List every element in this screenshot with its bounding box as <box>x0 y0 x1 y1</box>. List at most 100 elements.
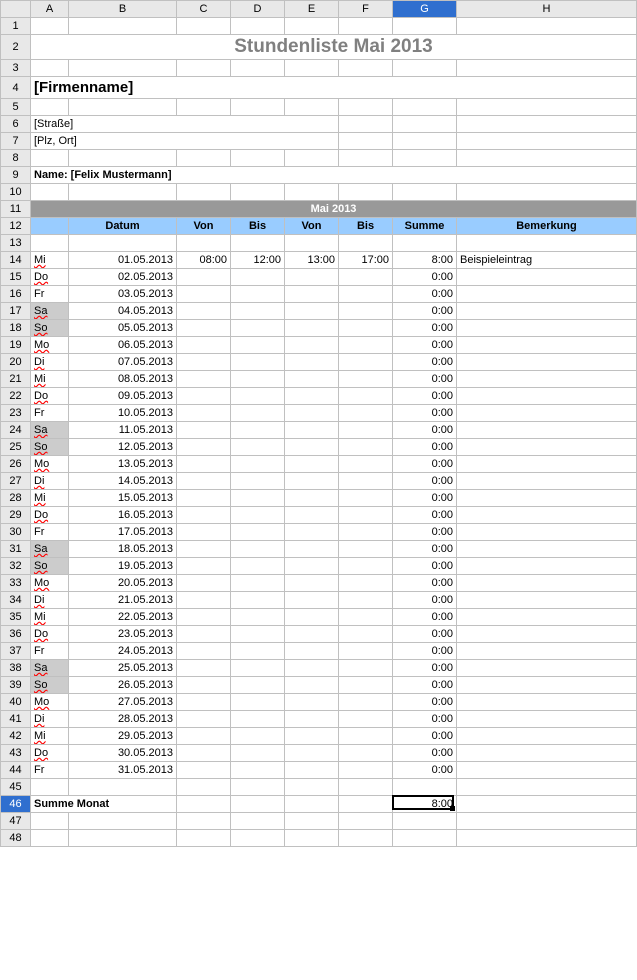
cell[interactable] <box>285 184 339 201</box>
weekday-cell[interactable]: So <box>31 558 69 575</box>
to2-cell[interactable] <box>339 711 393 728</box>
weekday-cell[interactable]: Fr <box>31 405 69 422</box>
date-cell[interactable]: 07.05.2013 <box>69 354 177 371</box>
row-header[interactable]: 30 <box>1 524 31 541</box>
cell[interactable] <box>177 18 231 35</box>
to2-cell[interactable] <box>339 439 393 456</box>
sum-cell[interactable]: 0:00 <box>393 354 457 371</box>
note-cell[interactable] <box>457 388 637 405</box>
cell[interactable] <box>393 235 457 252</box>
from2-cell[interactable] <box>285 388 339 405</box>
row-header[interactable]: 5 <box>1 99 31 116</box>
row-header[interactable]: 47 <box>1 813 31 830</box>
row-header[interactable]: 22 <box>1 388 31 405</box>
from2-cell[interactable] <box>285 592 339 609</box>
cell[interactable] <box>177 779 231 796</box>
to2-cell[interactable] <box>339 745 393 762</box>
cell[interactable] <box>285 779 339 796</box>
to1-cell[interactable] <box>231 609 285 626</box>
row-header[interactable]: 12 <box>1 218 31 235</box>
date-cell[interactable]: 26.05.2013 <box>69 677 177 694</box>
to2-cell[interactable] <box>339 694 393 711</box>
cell[interactable] <box>31 99 69 116</box>
weekday-cell[interactable]: Mi <box>31 490 69 507</box>
weekday-cell[interactable]: Mi <box>31 252 69 269</box>
to2-cell[interactable] <box>339 354 393 371</box>
from1-cell[interactable] <box>177 337 231 354</box>
cell[interactable] <box>393 99 457 116</box>
employee-name[interactable]: Name: [Felix Mustermann] <box>31 167 637 184</box>
row-header[interactable]: 1 <box>1 18 31 35</box>
sum-cell[interactable]: 0:00 <box>393 677 457 694</box>
from2-cell[interactable] <box>285 337 339 354</box>
cell[interactable] <box>69 99 177 116</box>
weekday-cell[interactable]: Mo <box>31 456 69 473</box>
note-cell[interactable] <box>457 524 637 541</box>
cell[interactable] <box>31 830 69 847</box>
hdr-datum[interactable]: Datum <box>69 218 177 235</box>
from1-cell[interactable] <box>177 524 231 541</box>
cell[interactable] <box>231 779 285 796</box>
from1-cell[interactable] <box>177 490 231 507</box>
cell[interactable] <box>393 184 457 201</box>
to1-cell[interactable] <box>231 405 285 422</box>
cell[interactable] <box>457 184 637 201</box>
cell[interactable] <box>339 184 393 201</box>
to1-cell[interactable] <box>231 626 285 643</box>
hdr-wd[interactable] <box>31 218 69 235</box>
sum-cell[interactable]: 0:00 <box>393 745 457 762</box>
row-header[interactable]: 31 <box>1 541 31 558</box>
sum-cell[interactable]: 0:00 <box>393 473 457 490</box>
row-header[interactable]: 45 <box>1 779 31 796</box>
row-header[interactable]: 11 <box>1 201 31 218</box>
to2-cell[interactable] <box>339 303 393 320</box>
from2-cell[interactable] <box>285 439 339 456</box>
firm-name[interactable]: [Firmenname] <box>31 77 637 99</box>
note-cell[interactable] <box>457 269 637 286</box>
hdr-bis2[interactable]: Bis <box>339 218 393 235</box>
to2-cell[interactable] <box>339 320 393 337</box>
from2-cell[interactable] <box>285 762 339 779</box>
hdr-summe[interactable]: Summe <box>393 218 457 235</box>
to2-cell[interactable] <box>339 626 393 643</box>
cell[interactable] <box>231 235 285 252</box>
to1-cell[interactable]: 12:00 <box>231 252 285 269</box>
sum-cell[interactable]: 0:00 <box>393 286 457 303</box>
row-header[interactable]: 36 <box>1 626 31 643</box>
weekday-cell[interactable]: Sa <box>31 660 69 677</box>
cell[interactable] <box>339 60 393 77</box>
from2-cell[interactable] <box>285 575 339 592</box>
row-header[interactable]: 38 <box>1 660 31 677</box>
to1-cell[interactable] <box>231 558 285 575</box>
weekday-cell[interactable]: Mi <box>31 728 69 745</box>
to1-cell[interactable] <box>231 711 285 728</box>
from1-cell[interactable] <box>177 371 231 388</box>
from2-cell[interactable] <box>285 745 339 762</box>
date-cell[interactable]: 25.05.2013 <box>69 660 177 677</box>
hdr-bis[interactable]: Bis <box>231 218 285 235</box>
sum-cell[interactable]: 0:00 <box>393 388 457 405</box>
from2-cell[interactable] <box>285 371 339 388</box>
from2-cell[interactable] <box>285 711 339 728</box>
to2-cell[interactable]: 17:00 <box>339 252 393 269</box>
from1-cell[interactable] <box>177 269 231 286</box>
to1-cell[interactable] <box>231 354 285 371</box>
from1-cell[interactable] <box>177 439 231 456</box>
note-cell[interactable] <box>457 456 637 473</box>
note-cell[interactable] <box>457 660 637 677</box>
cell[interactable] <box>177 99 231 116</box>
cell[interactable] <box>393 133 457 150</box>
to1-cell[interactable] <box>231 320 285 337</box>
sum-cell[interactable]: 0:00 <box>393 575 457 592</box>
from1-cell[interactable]: 08:00 <box>177 252 231 269</box>
from1-cell[interactable] <box>177 405 231 422</box>
cell[interactable] <box>457 60 637 77</box>
sum-cell[interactable]: 0:00 <box>393 626 457 643</box>
column-header-C[interactable]: C <box>177 1 231 18</box>
row-header[interactable]: 6 <box>1 116 31 133</box>
from2-cell[interactable]: 13:00 <box>285 252 339 269</box>
cell[interactable] <box>31 779 69 796</box>
row-header[interactable]: 25 <box>1 439 31 456</box>
weekday-cell[interactable]: Do <box>31 745 69 762</box>
cell[interactable] <box>31 60 69 77</box>
